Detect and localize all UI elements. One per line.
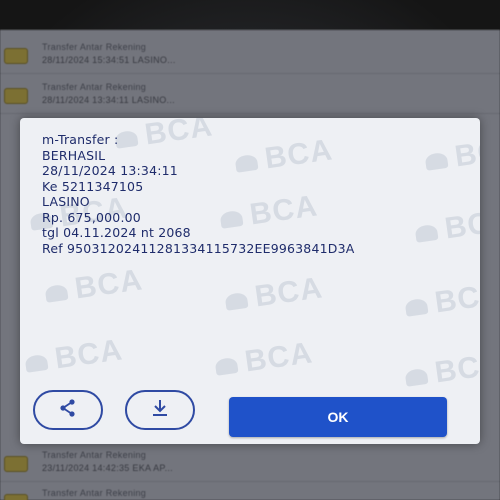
- transfer-receipt-dialog: BCA BCA BCA BCA BCA BCA BCA BCA BCA BCA …: [20, 118, 480, 444]
- bca-watermark: BCA: [403, 347, 480, 394]
- receipt-amount: Rp. 675,000.00: [42, 209, 141, 225]
- receipt-note: tgl 04.11.2024 nt 2068: [42, 225, 191, 240]
- bca-watermark: BCA: [423, 131, 480, 178]
- receipt-datetime: 28/11/2024 13:34:11: [42, 163, 178, 178]
- receipt-header: m-Transfer :: [42, 132, 119, 147]
- bca-watermark: BCA: [413, 203, 480, 250]
- download-button[interactable]: [125, 390, 195, 430]
- receipt-recipient-name: LASINO: [42, 194, 90, 209]
- receipt-status: BERHASIL: [42, 147, 106, 163]
- receipt-reference: Ref 95031202411281334115732EE9963841D3A: [42, 240, 355, 256]
- share-button[interactable]: [33, 390, 103, 430]
- receipt-destination: Ke 5211347105: [42, 178, 144, 194]
- ok-button[interactable]: OK: [229, 397, 447, 437]
- bca-watermark: BCA: [43, 263, 145, 310]
- download-icon: [150, 398, 170, 423]
- receipt-text: m-Transfer : BERHASIL 28/11/2024 13:34:1…: [42, 132, 355, 256]
- bca-watermark: BCA: [223, 271, 325, 318]
- bca-watermark: BCA: [213, 336, 315, 383]
- bca-watermark: BCA: [403, 277, 480, 324]
- share-icon: [58, 398, 78, 423]
- bca-watermark: BCA: [23, 333, 125, 380]
